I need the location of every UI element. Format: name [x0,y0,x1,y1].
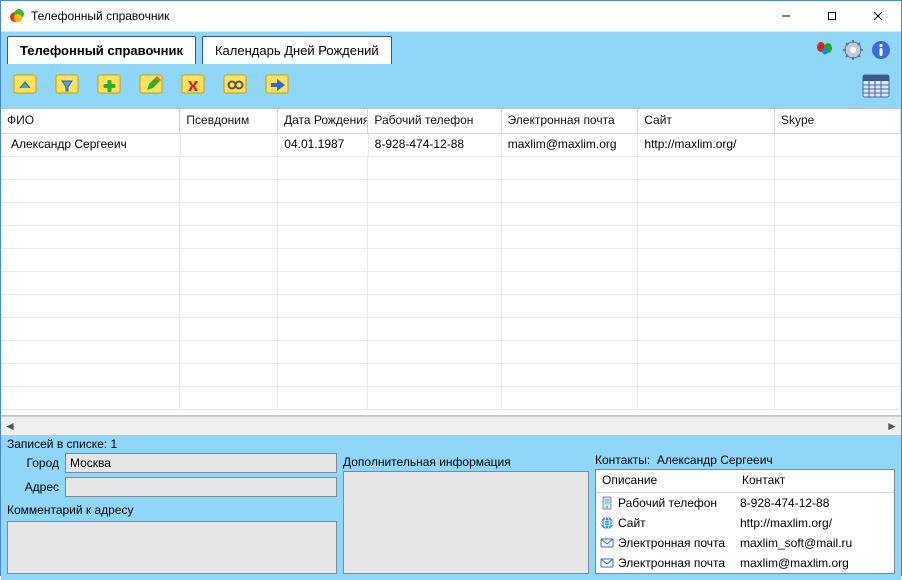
details-area: Город Адрес Комментарий к адресу Дополни… [1,453,901,580]
contact-value: 8-928-474-12-88 [736,493,894,513]
col-header-skype[interactable]: Skype [775,109,901,133]
app-window: Телефонный справочник Телефонный справоч… [0,0,902,576]
col-header-email[interactable]: Электронная почта [502,109,639,133]
tab-directory[interactable]: Телефонный справочник [7,36,196,64]
horizontal-scrollbar[interactable]: ◄ ► [1,416,901,435]
contact-desc: Сайт [618,516,646,530]
tool-edit[interactable] [133,68,171,102]
tool-add[interactable] [91,68,129,102]
col-header-site[interactable]: Сайт [638,109,775,133]
about-button[interactable] [869,38,893,62]
cell-dob: 04.01.1987 [278,134,368,156]
settings-button[interactable] [841,38,865,62]
comment-textarea[interactable] [7,521,337,574]
contact-desc: Рабочий телефон [618,496,717,510]
col-header-wphone[interactable]: Рабочий телефон [368,109,501,133]
contacts-row[interactable]: Электронная почта maxlim@maxlim.org [596,553,894,573]
tool-clear-filter[interactable] [7,68,45,102]
scroll-left-icon[interactable]: ◄ [1,417,19,435]
mail-icon [600,536,614,550]
contacts-header: Контакты: Александр Сергееич [595,453,895,467]
city-label: Город [7,456,65,470]
contact-value: maxlim@maxlim.org [736,553,894,573]
tab-calendar[interactable]: Календарь Дней Рождений [202,36,392,64]
tool-export[interactable] [259,68,297,102]
comment-label: Комментарий к адресу [7,503,337,517]
city-input[interactable] [65,453,337,473]
data-grid[interactable]: ФИО Псевдоним Дата Рождения Рабочий теле… [1,108,901,416]
extra-info-textarea[interactable] [343,471,589,574]
records-count: Записей в списке: 1 [7,437,117,451]
close-button[interactable] [855,1,901,31]
grid-body[interactable]: Александр Сергееич 04.01.1987 8-928-474-… [1,134,901,415]
balloons-icon[interactable] [813,38,837,62]
contacts-col-desc[interactable]: Описание [596,470,736,492]
col-header-pseud[interactable]: Псевдоним [180,109,278,133]
titlebar: Телефонный справочник [1,1,901,32]
phone-icon [600,496,614,510]
address-input[interactable] [65,477,337,497]
grid-header: ФИО Псевдоним Дата Рождения Рабочий теле… [1,109,901,134]
contacts-row[interactable]: Электронная почта maxlim_soft@mail.ru [596,533,894,553]
contact-value: http://maxlim.org/ [736,513,894,533]
toolbar [1,64,901,108]
table-row[interactable]: Александр Сергееич 04.01.1987 8-928-474-… [1,134,901,157]
cell-fio: Александр Сергееич [1,134,181,156]
tool-filter[interactable] [49,68,87,102]
contacts-col-contact[interactable]: Контакт [736,470,894,492]
scroll-right-icon[interactable]: ► [883,417,901,435]
minimize-button[interactable] [763,1,809,31]
contact-desc: Электронная почта [618,536,725,550]
address-panel: Город Адрес Комментарий к адресу [7,453,337,574]
mail-icon [600,556,614,570]
cell-wphone: 8-928-474-12-88 [369,134,502,156]
tab-bar: Телефонный справочник Календарь Дней Рож… [1,32,901,64]
maximize-button[interactable] [809,1,855,31]
tool-search[interactable] [217,68,255,102]
contacts-row[interactable]: Рабочий телефон 8-928-474-12-88 [596,493,894,513]
col-header-fio[interactable]: ФИО [1,109,180,133]
cell-email: maxlim@maxlim.org [502,134,639,156]
globe-icon [600,516,614,530]
contact-value: maxlim_soft@mail.ru [736,533,894,553]
contacts-row[interactable]: Сайт http://maxlim.org/ [596,513,894,533]
address-label: Адрес [7,480,65,494]
extra-info-label: Дополнительная информация [343,455,589,469]
col-header-dob[interactable]: Дата Рождения [278,109,368,133]
app-icon [9,8,25,24]
contacts-panel: Контакты: Александр Сергееич Описание Ко… [595,453,895,574]
status-bar: Записей в списке: 1 [1,435,901,453]
tool-delete[interactable] [175,68,213,102]
contacts-table[interactable]: Описание Контакт Рабочий телефон 8-928-47… [595,469,895,574]
window-title: Телефонный справочник [31,9,169,23]
cell-site: http://maxlim.org/ [638,134,775,156]
contact-desc: Электронная почта [618,556,725,570]
tool-calendar[interactable] [857,68,895,102]
cell-skype [775,134,901,156]
cell-pseud [181,134,279,156]
extra-info-panel: Дополнительная информация [343,453,589,574]
